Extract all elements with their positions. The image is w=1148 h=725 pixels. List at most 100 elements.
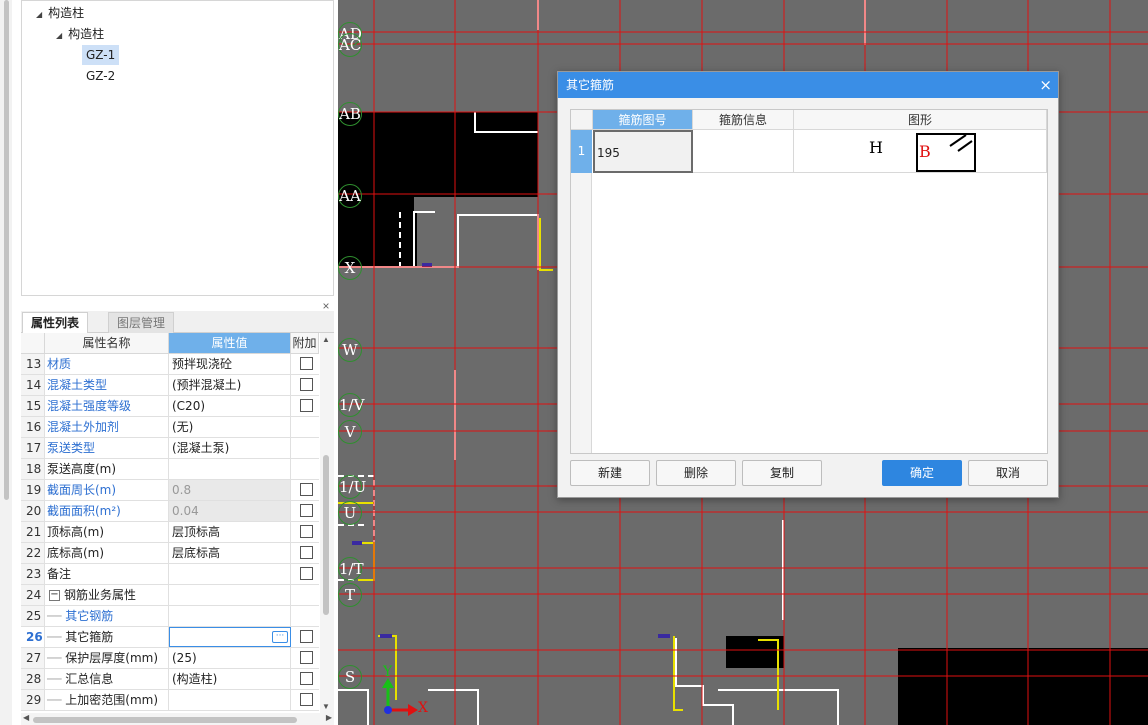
property-row[interactable]: 27 ── 保护层厚度(mm) (25) [21, 648, 319, 669]
property-row[interactable]: 16 混凝土外加剂 (无) [21, 417, 319, 438]
cancel-button[interactable]: 取消 [968, 460, 1048, 486]
property-value-text: 0.04 [172, 504, 199, 518]
property-extra-cell [291, 690, 319, 710]
extra-checkbox[interactable] [300, 399, 313, 412]
cell-code[interactable]: 195 [593, 130, 693, 173]
property-value[interactable]: (无) [169, 417, 291, 437]
panel-tabs: 属性列表 图层管理 [21, 311, 334, 333]
extra-checkbox[interactable] [300, 546, 313, 559]
ok-button[interactable]: 确定 [882, 460, 962, 486]
collapse-triangle-icon[interactable]: ◢ [36, 5, 42, 25]
property-value[interactable]: (C20) [169, 396, 291, 416]
property-value[interactable]: 层顶标高 [169, 522, 291, 542]
property-value-text: 层底标高 [172, 546, 221, 560]
grid-scroll-thumb[interactable] [323, 455, 329, 615]
collapse-triangle-icon[interactable]: ◢ [56, 26, 62, 46]
col-header-shape[interactable]: 图形 [794, 110, 1047, 130]
property-value[interactable]: (预拌混凝土) [169, 375, 291, 395]
property-row[interactable]: 18 泵送高度(m) [21, 459, 319, 480]
property-value[interactable]: (25) [169, 648, 291, 668]
tab-property-list[interactable]: 属性列表 [22, 312, 89, 333]
property-value[interactable]: 0.04 [169, 501, 291, 521]
property-value[interactable]: 0.8 [169, 480, 291, 500]
left-scrollbar[interactable] [0, 0, 12, 725]
left-scrollbar-thumb[interactable] [4, 0, 9, 500]
col-header-code[interactable]: 箍筋图号 [593, 110, 693, 130]
extra-checkbox[interactable] [300, 504, 313, 517]
property-name-text: 混凝土强度等级 [47, 399, 132, 413]
grid-vertical-scrollbar[interactable]: ▲ ▼ [320, 333, 334, 713]
extra-checkbox[interactable] [300, 567, 313, 580]
new-button[interactable]: 新建 [570, 460, 650, 486]
property-row-number: 23 [21, 564, 45, 584]
scroll-down-icon[interactable]: ▼ [322, 702, 330, 711]
property-extra-cell [291, 375, 319, 395]
copy-button[interactable]: 复制 [742, 460, 822, 486]
property-row[interactable]: 15 混凝土强度等级 (C20) [21, 396, 319, 417]
property-row[interactable]: 22 底标高(m) 层底标高 [21, 543, 319, 564]
scroll-right-icon[interactable]: ▶ [326, 713, 332, 722]
extra-checkbox[interactable] [300, 525, 313, 538]
property-row[interactable]: 25 ── 其它钢筋 [21, 606, 319, 627]
property-name-text: 底标高(m) [47, 546, 105, 560]
collapse-minus-icon[interactable]: − [49, 590, 60, 601]
extra-checkbox[interactable] [300, 693, 313, 706]
tree-node-root[interactable]: ◢ 构造柱 [32, 3, 88, 23]
property-row[interactable]: 28 ── 汇总信息 (构造柱) [21, 669, 319, 690]
property-value[interactable] [169, 690, 291, 710]
left-panel: ◢ 构造柱 ◢ 构造柱 GZ-1 GZ-2 × 属性列表 图层管理 属性名称 属性值… [0, 0, 338, 725]
scroll-left-icon[interactable]: ◀ [23, 713, 29, 722]
property-extra-cell [291, 501, 319, 521]
tab-layer-manager[interactable]: 图层管理 [108, 312, 175, 333]
delete-button[interactable]: 删除 [656, 460, 736, 486]
property-row[interactable]: 17 泵送类型 (混凝土泵) [21, 438, 319, 459]
property-row[interactable]: 13 材质 预拌现浇砼 [21, 354, 319, 375]
property-value-text: 预拌现浇砼 [172, 357, 233, 371]
property-value[interactable] [169, 564, 291, 584]
property-row[interactable]: 26 ── 其它箍筋 ··· [21, 627, 319, 648]
property-row[interactable]: 24− 钢筋业务属性 [21, 585, 319, 606]
col-header-info[interactable]: 箍筋信息 [693, 110, 794, 130]
dialog-title-bar[interactable]: 其它箍筋 [558, 72, 1058, 98]
tree-node-child[interactable]: ◢ 构造柱 [52, 24, 108, 44]
property-value[interactable] [169, 585, 291, 605]
property-value[interactable]: (构造柱) [169, 669, 291, 689]
axis-label-aa: AA [338, 184, 362, 208]
cell-info[interactable] [693, 130, 794, 173]
property-name: ── 汇总信息 [45, 669, 169, 689]
property-value[interactable] [169, 459, 291, 479]
property-value-editor[interactable]: ··· [169, 627, 291, 647]
property-row[interactable]: 20 截面面积(m²) 0.04 [21, 501, 319, 522]
extra-checkbox[interactable] [300, 357, 313, 370]
dialog-close-icon[interactable]: × [1039, 72, 1052, 98]
property-extra-cell [291, 438, 319, 458]
property-row[interactable]: 23 备注 [21, 564, 319, 585]
row-number[interactable]: 1 [571, 130, 592, 173]
grid-horizontal-scrollbar[interactable]: ◀ ▶ [21, 713, 334, 725]
property-value[interactable]: 层底标高 [169, 543, 291, 563]
property-row[interactable]: 21 顶标高(m) 层顶标高 [21, 522, 319, 543]
property-value-text: (预拌混凝土) [172, 378, 242, 392]
cell-shape[interactable]: H B [794, 130, 1047, 173]
tree-line-icon: ── [47, 630, 66, 644]
extra-checkbox[interactable] [300, 483, 313, 496]
grid-hscroll-thumb[interactable] [33, 717, 297, 723]
tree-item-gz-1[interactable]: GZ-1 [82, 45, 120, 65]
property-row[interactable]: 14 混凝土类型 (预拌混凝土) [21, 375, 319, 396]
property-name-text: 钢筋业务属性 [64, 588, 137, 602]
property-value[interactable]: 预拌现浇砼 [169, 354, 291, 374]
extra-checkbox[interactable] [300, 651, 313, 664]
extra-checkbox[interactable] [300, 630, 313, 643]
property-name: 截面周长(m) [45, 480, 169, 500]
property-row[interactable]: 19 截面周长(m) 0.8 [21, 480, 319, 501]
property-name-text: 其它箍筋 [65, 630, 114, 644]
ellipsis-button-icon[interactable]: ··· [272, 631, 288, 643]
property-value[interactable]: (混凝土泵) [169, 438, 291, 458]
tree-item-gz-2[interactable]: GZ-2 [82, 66, 119, 86]
extra-checkbox[interactable] [300, 672, 313, 685]
property-value[interactable] [169, 606, 291, 626]
scroll-up-icon[interactable]: ▲ [322, 335, 330, 344]
property-value-text: (C20) [172, 399, 206, 413]
extra-checkbox[interactable] [300, 378, 313, 391]
property-row[interactable]: 29 ── 上加密范围(mm) [21, 690, 319, 711]
